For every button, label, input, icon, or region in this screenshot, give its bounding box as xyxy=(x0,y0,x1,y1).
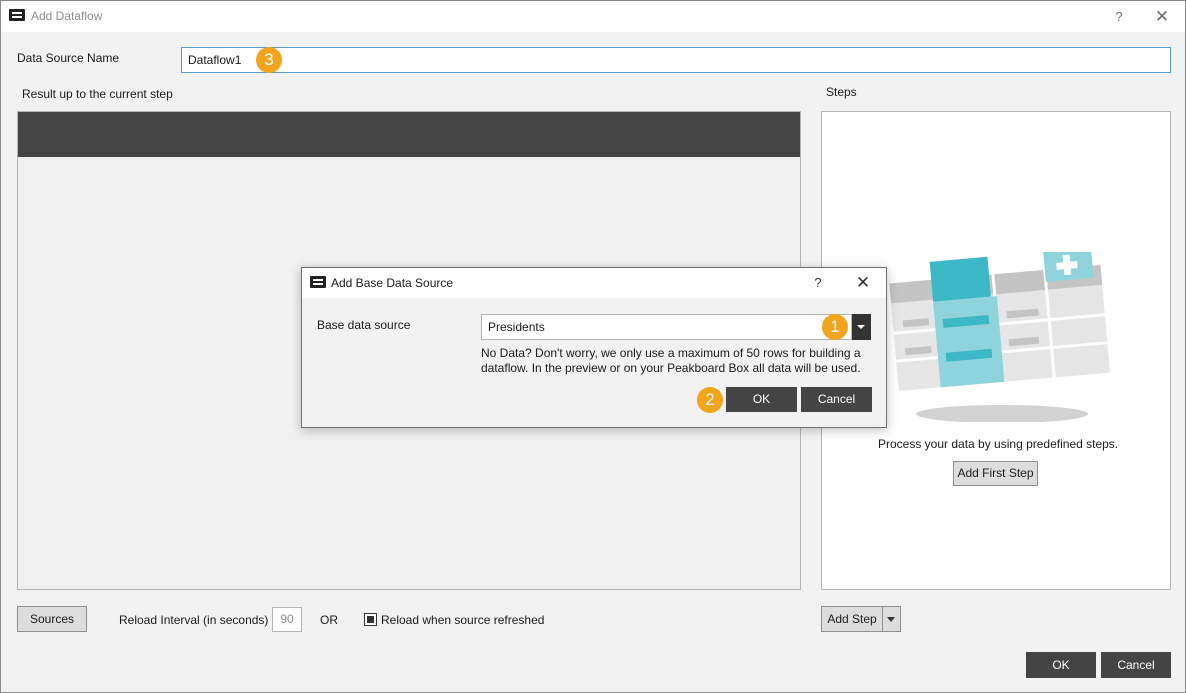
step-badge-1: 1 xyxy=(822,314,848,340)
title-bar: Add Dataflow ? ✕ xyxy=(1,1,1185,32)
or-label: OR xyxy=(320,613,338,627)
base-data-source-select[interactable]: Presidents xyxy=(481,314,852,340)
add-first-step-button[interactable]: Add First Step xyxy=(953,461,1038,486)
reload-when-refreshed-checkbox[interactable] xyxy=(364,613,377,626)
dialog-info-text: No Data? Don't worry, we only use a maxi… xyxy=(481,346,861,375)
base-data-source-label: Base data source xyxy=(317,318,411,332)
close-button[interactable]: ✕ xyxy=(1152,7,1172,27)
reload-when-refreshed-label[interactable]: Reload when source refreshed xyxy=(381,613,544,627)
dialog-ok-button[interactable]: OK xyxy=(726,387,797,412)
add-step-dropdown-icon[interactable] xyxy=(883,606,901,632)
dialog-cancel-button[interactable]: Cancel xyxy=(801,387,872,412)
chevron-down-icon[interactable] xyxy=(852,314,871,340)
steps-illustration-icon xyxy=(889,252,1110,422)
add-dataflow-window: Add Dataflow ? ✕ Data Source Name Datafl… xyxy=(0,0,1186,693)
result-preview-header xyxy=(18,112,800,157)
step-badge-3: 3 xyxy=(256,47,282,73)
data-source-name-input[interactable]: Dataflow1 xyxy=(181,47,1171,73)
data-source-name-label: Data Source Name xyxy=(17,51,120,65)
help-button[interactable]: ? xyxy=(1109,7,1129,27)
dialog-logo-icon xyxy=(310,276,326,288)
reload-interval-label: Reload Interval (in seconds) xyxy=(119,613,269,627)
add-step-button[interactable]: Add Step xyxy=(821,606,883,632)
app-logo-icon xyxy=(9,9,25,21)
step-badge-2: 2 xyxy=(697,387,723,413)
ok-button[interactable]: OK xyxy=(1026,652,1096,678)
dialog-help-button[interactable]: ? xyxy=(808,273,828,293)
dialog-close-button[interactable]: ✕ xyxy=(853,273,873,293)
window-title: Add Dataflow xyxy=(31,9,103,23)
add-base-data-source-dialog: Add Base Data Source ? ✕ Base data sourc… xyxy=(301,267,887,428)
result-label: Result up to the current step xyxy=(22,87,173,101)
sources-button[interactable]: Sources xyxy=(17,606,87,632)
dialog-title-bar: Add Base Data Source ? ✕ xyxy=(302,268,886,298)
steps-empty-message: Process your data by using predefined st… xyxy=(878,437,1119,451)
dialog-title: Add Base Data Source xyxy=(331,276,454,290)
steps-label: Steps xyxy=(826,85,857,99)
cancel-button[interactable]: Cancel xyxy=(1101,652,1171,678)
reload-interval-input[interactable]: 90 xyxy=(272,607,302,632)
